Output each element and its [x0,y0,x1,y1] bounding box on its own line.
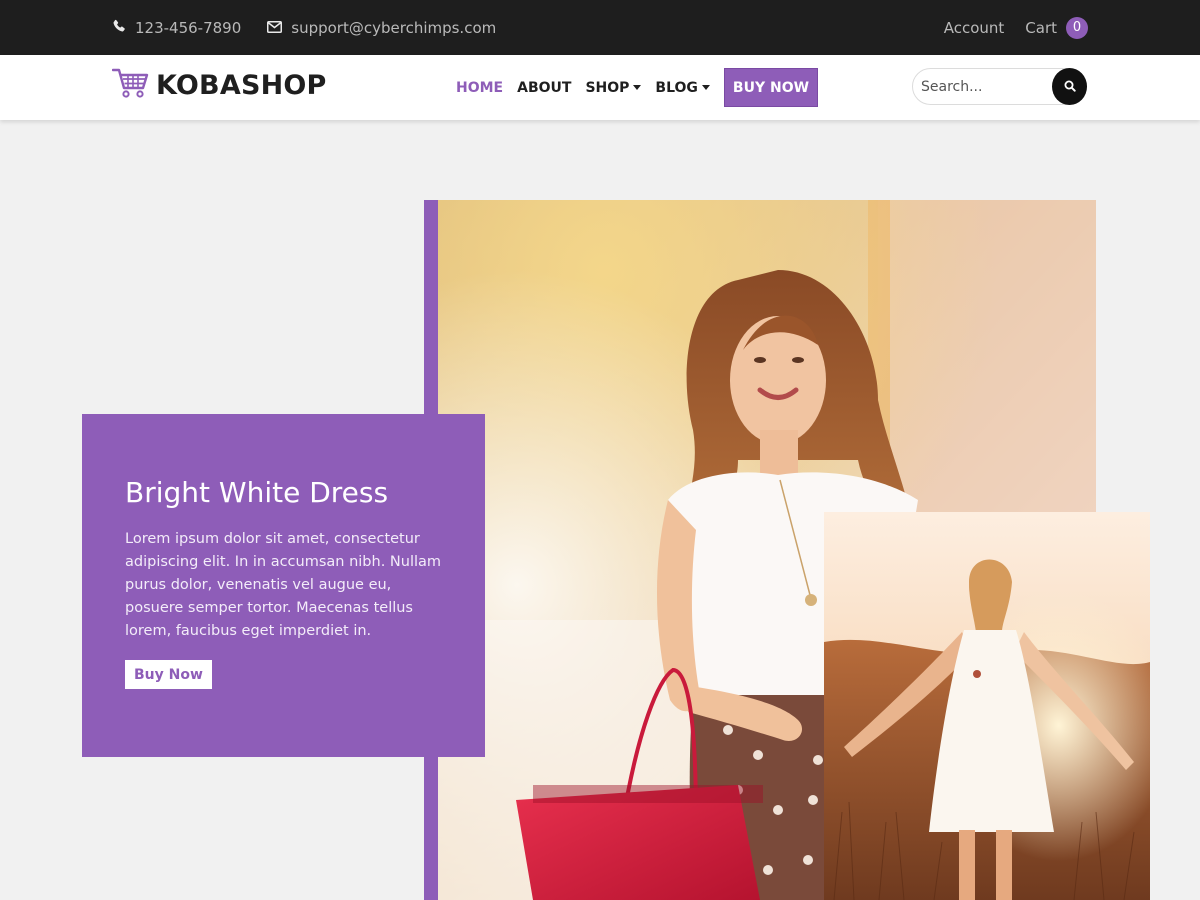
promo-card: Bright White Dress Lorem ipsum dolor sit… [82,414,485,757]
nav-buy-now-button[interactable]: BUY NOW [723,68,819,107]
nav-home-label: HOME [456,79,504,96]
email-contact: support@cyberchimps.com [267,19,496,37]
main-nav: HOME ABOUT SHOP BLOG BUY NOW [456,68,819,107]
search-button[interactable] [1052,68,1087,105]
chevron-down-icon [633,85,642,90]
nav-about[interactable]: ABOUT [517,80,571,96]
nav-shop[interactable]: SHOP [585,79,642,96]
logo-text: KOBASHOP [156,69,327,101]
nav-blog[interactable]: BLOG [655,80,710,96]
site-logo[interactable]: KOBASHOP [111,67,327,103]
cart-count-badge: 0 [1066,16,1088,39]
account-cart: Account Cart 0 [944,0,1088,55]
phone-icon [112,19,126,37]
envelope-icon [267,19,283,37]
search-box [912,68,1087,105]
nav-shop-label: SHOP [585,79,630,96]
search-input[interactable] [921,69,1051,104]
cart-link[interactable]: Cart 0 [1025,16,1088,39]
email-link[interactable]: support@cyberchimps.com [291,19,496,37]
promo-buy-now-button[interactable]: Buy Now [125,660,212,689]
phone-number: 123-456-7890 [135,18,242,37]
search-icon [1064,77,1076,96]
nav-blog-label: BLOG [655,79,698,96]
secondary-image-woman-in-field [824,512,1150,900]
cart-icon [111,67,150,103]
chevron-down-icon [701,85,710,90]
top-bar: 123-456-7890 support@cyberchimps.com Acc… [0,0,1200,55]
promo-description: Lorem ipsum dolor sit amet, consectetur … [125,531,442,639]
nav-home[interactable]: HOME [456,80,503,96]
secondary-photo-illustration [824,512,1150,900]
nav-about-label: ABOUT [517,79,572,96]
promo-title: Bright White Dress [125,476,389,509]
main-header: KOBASHOP HOME ABOUT SHOP BLOG BUY NOW [0,55,1200,120]
account-link[interactable]: Account [944,19,1005,37]
cart-label: Cart [1025,18,1057,37]
phone-contact: 123-456-7890 [112,19,241,37]
contact-info: 123-456-7890 support@cyberchimps.com [112,0,496,55]
